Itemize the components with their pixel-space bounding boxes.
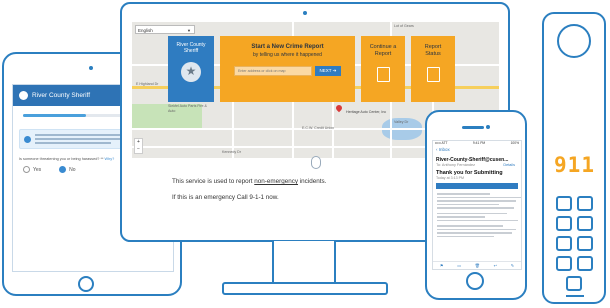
map-label: E.C.W. Credit Union	[302, 126, 335, 130]
trash-icon[interactable]: 🗑	[475, 263, 480, 268]
inbox-back-button[interactable]: ‹ Inbox	[433, 147, 521, 155]
map-label: Valley Dr	[394, 120, 409, 124]
radio-no-icon[interactable]	[59, 166, 67, 173]
radio-yes[interactable]: Yes	[23, 166, 41, 173]
map-label: Siekfel Auto Parts Fire & Auto	[168, 104, 207, 113]
email-body	[433, 193, 521, 237]
monitor-camera-icon	[303, 11, 307, 15]
email-body-line	[437, 193, 490, 195]
email-body-line	[437, 207, 515, 209]
address-input[interactable]	[234, 66, 312, 76]
sheriff-card: River County Sheriff	[168, 36, 214, 102]
keypad-key[interactable]	[566, 276, 582, 291]
email-body-line	[437, 235, 495, 237]
continue-report-card[interactable]: Continue a Report	[361, 36, 405, 102]
monitor-base	[222, 282, 388, 295]
new-report-subtitle: by telling us where it happened	[253, 52, 322, 58]
email-date: Today at 3:13 PM	[436, 176, 464, 180]
map-label: Lot of Gears	[394, 24, 414, 28]
map-zoom-control[interactable]: + −	[134, 138, 143, 154]
email-subject: Thank you for Submitting	[436, 170, 503, 176]
tablet-camera-icon	[89, 66, 93, 70]
email-banner	[436, 183, 518, 189]
map-label: Heritage Auto Center, Inc	[346, 110, 387, 114]
keypad-key[interactable]	[577, 216, 593, 231]
email-body-line	[437, 212, 508, 214]
mail-toolbar: ⚑ ▭ 🗑 ↩ ✎	[433, 261, 521, 269]
map-label: E Highland Dr	[136, 82, 159, 86]
email-body-line	[437, 196, 521, 198]
radio-no[interactable]: No	[59, 166, 76, 173]
keypad-key[interactable]	[577, 256, 593, 271]
emergency-number: 911	[554, 153, 595, 177]
emergency-notice: If this is an emergency Call 9-1-1 now.	[172, 194, 279, 201]
email-body-line	[437, 228, 517, 230]
device-indicator	[566, 295, 584, 297]
flag-icon[interactable]: ⚑	[440, 263, 444, 268]
radio-yes-icon[interactable]	[23, 166, 30, 173]
info-icon	[24, 135, 31, 143]
email-body-line	[437, 216, 486, 218]
phone-camera-icon	[486, 125, 490, 129]
monitor-stand	[272, 241, 336, 283]
zoom-in-icon[interactable]: +	[135, 139, 142, 146]
tablet-home-button	[78, 276, 94, 292]
phone-screen: ••••• ATT 9:41 PM 100% ‹ Inbox River-Cou…	[432, 140, 522, 270]
keypad-key[interactable]	[556, 256, 572, 271]
emergency-display: 911	[553, 148, 596, 182]
email-body-line	[437, 232, 512, 234]
email-body-line	[437, 219, 518, 221]
language-select[interactable]: English ▼	[135, 25, 195, 34]
sheriff-badge-icon	[181, 62, 201, 82]
chevron-down-icon: ▼	[187, 28, 191, 33]
why-link[interactable]: Why?	[105, 157, 115, 161]
email-body-line	[437, 203, 499, 205]
report-status-card[interactable]: Report Status	[411, 36, 455, 102]
phone-home-button	[466, 272, 484, 290]
compose-icon[interactable]: ✎	[511, 263, 514, 268]
email-body-line	[437, 200, 517, 202]
map-label: Kennedy Dr	[222, 150, 241, 154]
scroll-indicator-icon	[311, 156, 321, 169]
folder-icon[interactable]: ▭	[457, 263, 461, 268]
details-link[interactable]: Details	[503, 163, 515, 167]
new-report-card: Start a New Crime Report by telling us w…	[220, 36, 355, 102]
next-button[interactable]: NEXT ➔	[315, 66, 341, 76]
document-icon	[376, 67, 390, 82]
keypad-key[interactable]	[577, 196, 593, 211]
phone-speaker-icon	[462, 126, 484, 129]
tablet-app-title: River County Sheriff	[32, 92, 91, 99]
non-emergency-notice: This service is used to report non-emerg…	[172, 178, 327, 185]
non-emergency-link[interactable]: non-emergency	[254, 178, 298, 185]
map-pin-icon[interactable]	[334, 103, 344, 113]
reply-icon[interactable]: ↩	[494, 263, 497, 268]
new-report-title: Start a New Crime Report	[251, 44, 324, 50]
sheriff-star-icon	[19, 91, 28, 100]
progress-fill	[23, 114, 86, 117]
speaker-icon	[557, 24, 591, 58]
email-sender: River-County-Sheriff@cusen...	[436, 157, 509, 163]
zoom-out-icon[interactable]: −	[135, 146, 142, 153]
info-text-line	[35, 142, 112, 144]
document-search-icon	[426, 67, 440, 82]
keypad-key[interactable]	[577, 236, 593, 251]
email-body-line	[437, 225, 503, 227]
keypad-key[interactable]	[556, 216, 572, 231]
keypad-key[interactable]	[556, 196, 572, 211]
keypad-key[interactable]	[556, 236, 572, 251]
